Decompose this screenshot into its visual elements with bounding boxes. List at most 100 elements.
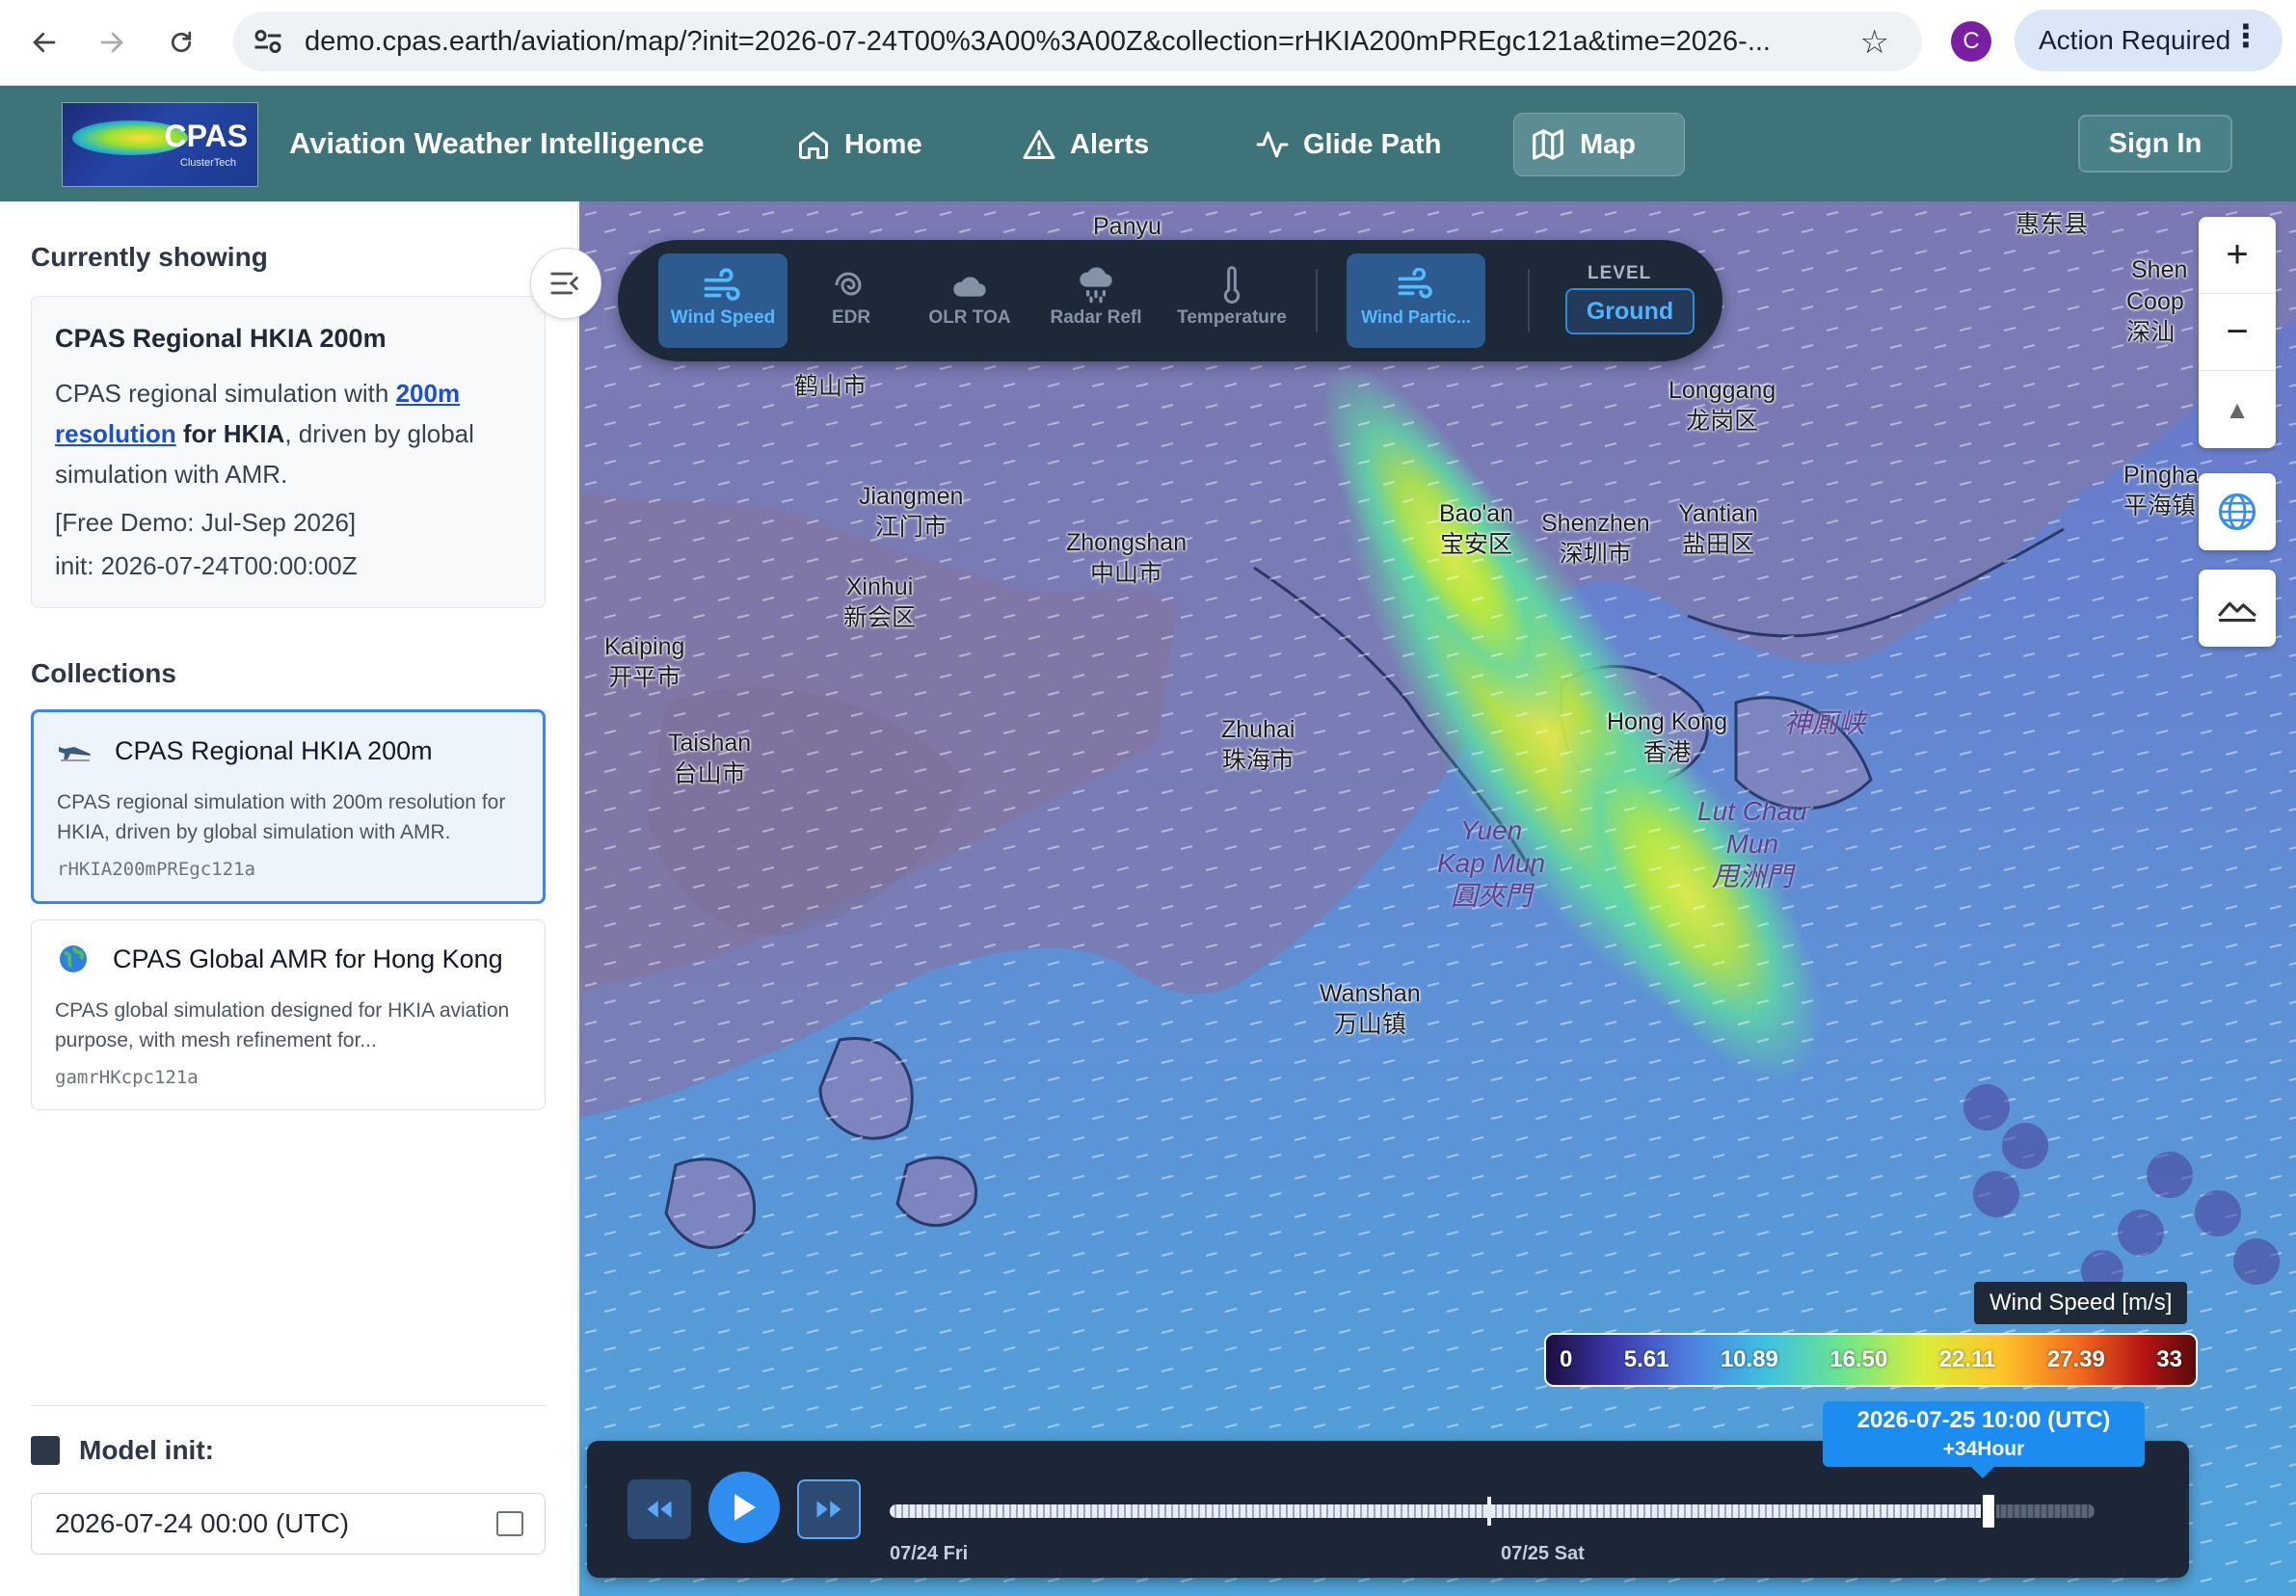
zoom-in-button[interactable]: +: [2199, 217, 2276, 294]
place-label: Yantian 盐田区: [1678, 500, 1758, 558]
legend-tick: 27.39: [2046, 1346, 2105, 1372]
place-label: 惠东县: [2016, 211, 2089, 238]
layer-olr-toa[interactable]: OLR TOA: [913, 253, 1027, 348]
place-label: Zhongshan 中山市: [1066, 529, 1188, 587]
globe-icon: [60, 945, 87, 972]
model-init-date-input[interactable]: 2026-07-24 00:00 (UTC): [31, 1493, 546, 1555]
place-label: Longgang 龙岗区: [1669, 377, 1776, 435]
place-label: Zhuhai 珠海市: [1221, 716, 1295, 774]
place-label: Coop 深汕: [2126, 288, 2184, 346]
time-track-future[interactable]: [1981, 1504, 2095, 1518]
layer-separator: [1316, 269, 1318, 332]
bookmark-star-icon[interactable]: ☆: [1860, 23, 1889, 62]
cloud-icon: [953, 277, 986, 297]
collections-heading: Collections: [31, 658, 176, 688]
spiral-icon: [835, 272, 862, 296]
back-icon[interactable]: [23, 21, 66, 64]
profile-avatar[interactable]: C: [1951, 21, 1991, 62]
wind-speed-legend: 0 5.61 10.89 16.50 22.11 27.39 33: [1544, 1333, 2198, 1387]
collection-card-global[interactable]: CPAS Global AMR for Hong Kong CPAS globa…: [31, 919, 546, 1110]
place-label: 鹤山市: [794, 373, 868, 400]
layer-wind-particles[interactable]: Wind Partic...: [1347, 253, 1485, 348]
forward-icon[interactable]: [91, 21, 133, 64]
place-label: Shen: [2131, 256, 2188, 283]
compass-button[interactable]: ▲: [2199, 371, 2276, 448]
place-label: Jiangmen 江门市: [859, 483, 964, 541]
day-tick: [1487, 1497, 1491, 1526]
rewind-icon: [647, 1501, 672, 1518]
layer-separator: [1528, 269, 1530, 332]
layer-radar-refl[interactable]: Radar Refl: [1034, 253, 1158, 348]
layer-wind-speed[interactable]: Wind Speed: [658, 253, 788, 348]
browser-toolbar: demo.cpas.earth/aviation/map/?init=2026-…: [0, 0, 2296, 86]
legend-tick: 10.89: [1720, 1346, 1778, 1372]
step-forward-button[interactable]: [797, 1479, 861, 1539]
place-label: Hong Kong 香港: [1607, 708, 1728, 766]
play-icon: [734, 1494, 756, 1521]
reload-icon[interactable]: [160, 21, 202, 64]
legend-tick: 5.61: [1623, 1346, 1669, 1372]
sign-in-button[interactable]: Sign In: [2078, 115, 2232, 173]
place-label: Panyu: [1093, 213, 1161, 240]
globe-view-button[interactable]: [2199, 473, 2276, 550]
globe-icon: [2218, 492, 2256, 531]
weather-map[interactable]: Panyu 惠东县 鹤山市 Longgang 龙岗区 Shen Coop 深汕 Pi…: [579, 201, 2296, 1596]
alert-triangle-icon: [1023, 130, 1055, 159]
step-back-button[interactable]: [627, 1479, 691, 1539]
legend-tick: 33: [2156, 1346, 2182, 1372]
action-required-button[interactable]: Action Required ⋮: [2015, 10, 2283, 71]
rain-cloud-icon: [1080, 267, 1112, 304]
legend-title: Wind Speed [m/s]: [1974, 1282, 2188, 1324]
nav-home[interactable]: Home: [781, 113, 938, 176]
terrain-control: [2199, 570, 2276, 647]
zoom-out-button[interactable]: −: [2199, 294, 2276, 371]
current-dataset-card: CPAS Regional HKIA 200m CPAS regional si…: [31, 296, 546, 608]
collapse-sidebar-button[interactable]: [530, 248, 601, 319]
place-label: Bao'an 宝安区: [1439, 500, 1514, 558]
nav-map[interactable]: Map: [1513, 113, 1685, 176]
thermometer-icon: [1223, 266, 1241, 304]
sidebar-divider: [31, 1405, 546, 1406]
action-required-label: Action Required: [2039, 25, 2231, 55]
place-label: Shenzhen 深圳市: [1541, 510, 1650, 568]
level-select[interactable]: Ground: [1565, 288, 1695, 334]
collection-card-regional[interactable]: CPAS Regional HKIA 200m CPAS regional si…: [31, 709, 546, 904]
home-icon: [799, 131, 828, 159]
layer-temperature[interactable]: Temperature: [1167, 253, 1296, 348]
time-track[interactable]: [890, 1504, 2095, 1518]
sidebar: Currently showing CPAS Regional HKIA 200…: [0, 201, 601, 1596]
nav-alerts[interactable]: Alerts: [1006, 113, 1164, 176]
mountain-icon: [2217, 601, 2256, 623]
wind-particles-icon: [1398, 268, 1432, 299]
activity-icon: [1256, 131, 1289, 158]
place-label: Pingha 平海镇: [2123, 462, 2199, 519]
terrain-toggle-button[interactable]: [2199, 570, 2276, 647]
more-vert-icon[interactable]: ⋮: [2230, 17, 2261, 54]
sea-label: Lut Chau Mun 甩洲門: [1697, 796, 1807, 891]
init-time: init: 2026-07-24T00:00:00Z: [55, 551, 358, 580]
calendar-picker-icon[interactable]: [496, 1511, 523, 1536]
nav-glide-path[interactable]: Glide Path: [1240, 113, 1456, 176]
address-bar[interactable]: demo.cpas.earth/aviation/map/?init=2026-…: [233, 12, 1922, 71]
url-text[interactable]: demo.cpas.earth/aviation/map/?init=2026-…: [305, 12, 1808, 71]
map-icon: [1533, 129, 1563, 160]
currently-showing-heading: Currently showing: [31, 242, 268, 272]
legend-tick: 16.50: [1829, 1346, 1888, 1372]
cpas-logo[interactable]: CPAS ClusterTech: [62, 102, 258, 187]
time-slider-thumb[interactable]: [1981, 1493, 1996, 1530]
wind-icon: [704, 268, 740, 301]
sea-label: 神厠峡: [1784, 708, 1866, 738]
place-label: Xinhui 新会区: [843, 573, 917, 631]
zoom-controls: + − ▲: [2199, 217, 2276, 448]
site-settings-icon[interactable]: [251, 24, 285, 59]
play-button[interactable]: [708, 1472, 780, 1543]
app-title: Aviation Weather Intelligence: [289, 126, 705, 160]
free-demo-note: [Free Demo: Jul-Sep 2026]: [55, 508, 357, 537]
layer-edr[interactable]: EDR: [801, 253, 901, 348]
collapse-menu-icon: [550, 272, 578, 295]
place-label: Wanshan 万山镇: [1320, 980, 1421, 1038]
globe-view-control: [2199, 473, 2276, 550]
legend-tick: 0: [1560, 1346, 1573, 1372]
day-label: 07/24 Fri: [890, 1543, 969, 1564]
calendar-icon: [31, 1436, 60, 1465]
